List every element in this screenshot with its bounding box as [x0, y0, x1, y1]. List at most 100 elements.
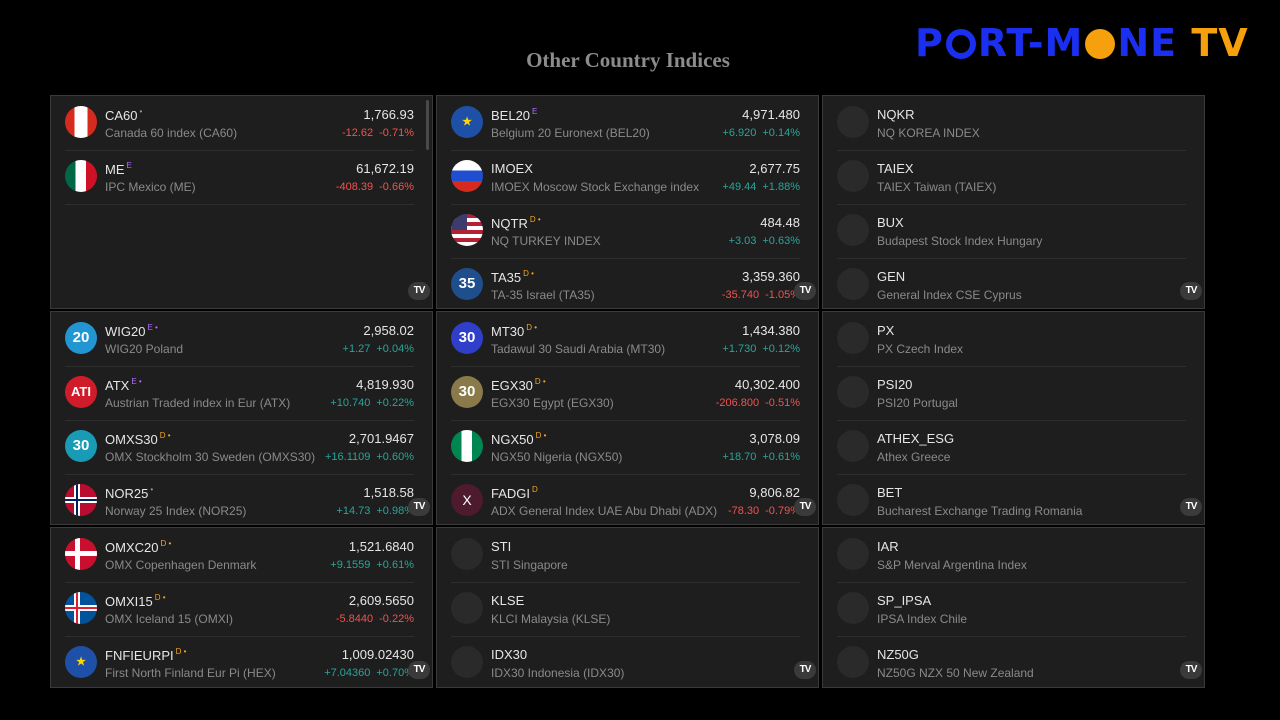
ticker-symbol[interactable]: OMXI15 D • — [105, 593, 166, 609]
ticker-symbol[interactable]: ATHEX_ESG — [877, 431, 954, 446]
ticker-row-mt30[interactable]: 30 MT30 D • Tadawul 30 Saudi Arabia (MT30) 1… — [451, 312, 800, 367]
tradingview-logo-icon[interactable]: TV — [794, 498, 816, 516]
ticker-row-sp_ipsa[interactable]: SP_IPSA IPSA Index Chile — [837, 582, 1186, 637]
ticker-row-psi20[interactable]: PSI20 PSI20 Portugal — [837, 366, 1186, 421]
ticker-row-bel20[interactable]: ★ BEL20 E Belgium 20 Euronext (BEL20) 4,971.… — [451, 96, 800, 151]
ticker-row-me[interactable]: ME E IPC Mexico (ME) 61,672.19 -408.39 -0.66% — [65, 150, 414, 205]
ticker-panel[interactable]: 20 WIG20 E • WIG20 Poland 2,958.02 +1.27 +0.04… — [50, 311, 433, 525]
ticker-row-sti[interactable]: STI STI Singapore — [451, 528, 800, 583]
ticker-row-imoex[interactable]: IMOEX IMOEX Moscow Stock Exchange index 2,… — [451, 150, 800, 205]
data-delay-tag: E — [532, 107, 538, 116]
ticker-symbol[interactable]: IMOEX — [491, 161, 533, 176]
ticker-row-athex_esg[interactable]: ATHEX_ESG Athex Greece — [837, 420, 1186, 475]
placeholder-logo-icon — [837, 592, 869, 624]
ticker-symbol[interactable]: NZ50G — [877, 647, 919, 662]
ticker-symbol[interactable]: ATX E • — [105, 377, 142, 393]
ticker-symbol[interactable]: WIG20 E • — [105, 323, 158, 339]
ticker-panel[interactable]: ★ BEL20 E Belgium 20 Euronext (BEL20) 4,971.… — [436, 95, 819, 309]
ticker-symbol[interactable]: PX — [877, 323, 894, 338]
placeholder-logo-icon — [837, 646, 869, 678]
ticker-row-omxc20[interactable]: OMXC20 D • OMX Copenhagen Denmark 1,521.684… — [65, 528, 414, 583]
ticker-symbol[interactable]: KLSE — [491, 593, 524, 608]
num-indigo-icon: 30 — [451, 322, 483, 354]
ticker-description: Athex Greece — [877, 450, 951, 464]
ticker-row-fnfieurpi[interactable]: ★ FNFIEURPI D • First North Finland Eur Pi … — [65, 636, 414, 687]
num-maroon-icon: X — [451, 484, 483, 516]
ticker-row-nz50g[interactable]: NZ50G NZ50G NZX 50 New Zealand — [837, 636, 1186, 687]
ticker-row-nqtr[interactable]: NQTR D • NQ TURKEY INDEX 484.48 +3.03 +0.63% — [451, 204, 800, 259]
flag-us-icon — [451, 214, 483, 246]
ticker-symbol[interactable]: BUX — [877, 215, 904, 230]
ticker-row-klse[interactable]: KLSE KLCI Malaysia (KLSE) — [451, 582, 800, 637]
ticker-panel[interactable]: PX PX Czech Index PSI20 PSI20 Portugal ATHEX… — [822, 311, 1205, 525]
ticker-row-px[interactable]: PX PX Czech Index — [837, 312, 1186, 367]
ticker-row-ta35[interactable]: 35 TA35 D • TA-35 Israel (TA35) 3,359.360 -35… — [451, 258, 800, 308]
ticker-symbol[interactable]: NOR25 • — [105, 485, 153, 501]
tradingview-logo-icon[interactable]: TV — [408, 498, 430, 516]
ticker-row-fadgi[interactable]: X FADGI D ADX General Index UAE Abu Dhabi (… — [451, 474, 800, 524]
ticker-row-gen[interactable]: GEN General Index CSE Cyprus — [837, 258, 1186, 308]
ticker-row-wig20[interactable]: 20 WIG20 E • WIG20 Poland 2,958.02 +1.27 +0.04… — [65, 312, 414, 367]
ticker-row-ngx50[interactable]: NGX50 D • NGX50 Nigeria (NGX50) 3,078.09 +18… — [451, 420, 800, 475]
tradingview-logo-icon[interactable]: TV — [794, 661, 816, 679]
ticker-symbol[interactable]: FADGI D — [491, 485, 538, 501]
ticker-symbol[interactable]: SP_IPSA — [877, 593, 931, 608]
ticker-description: WIG20 Poland — [105, 342, 184, 356]
ticker-panel[interactable]: STI STI Singapore KLSE KLCI Malaysia (KLSE)… — [436, 527, 819, 688]
ticker-symbol[interactable]: NQTR D • — [491, 215, 541, 231]
tradingview-logo-icon[interactable]: TV — [408, 661, 430, 679]
ticker-symbol[interactable]: OMXS30 D • — [105, 431, 171, 447]
tradingview-logo-icon[interactable]: TV — [408, 282, 430, 300]
ticker-symbol[interactable]: GEN — [877, 269, 905, 284]
ticker-panel[interactable]: CA60 • Canada 60 index (CA60) 1,766.93 -12.6… — [50, 95, 433, 309]
ticker-price: 2,609.5650 — [348, 593, 414, 608]
ticker-symbol[interactable]: CA60 • — [105, 107, 142, 123]
flag-is-icon — [65, 592, 97, 624]
ticker-symbol[interactable]: TAIEX — [877, 161, 914, 176]
ticker-symbol[interactable]: MT30 D • — [491, 323, 537, 339]
ticker-row-omxs30[interactable]: 30 OMXS30 D • OMX Stockholm 30 Sweden (OMXS… — [65, 420, 414, 475]
ticker-symbol[interactable]: IDX30 — [491, 647, 527, 662]
ticker-panel[interactable]: IAR S&P Merval Argentina Index SP_IPSA IPSA… — [822, 527, 1205, 688]
ticker-panel[interactable]: 30 MT30 D • Tadawul 30 Saudi Arabia (MT30) 1… — [436, 311, 819, 525]
ticker-description: S&P Merval Argentina Index — [877, 558, 1027, 572]
ticker-row-idx30[interactable]: IDX30 IDX30 Indonesia (IDX30) — [451, 636, 800, 687]
tradingview-logo-icon[interactable]: TV — [1180, 498, 1202, 516]
ticker-change: +10.740 +0.22% — [330, 397, 414, 409]
scrollbar[interactable] — [426, 100, 429, 150]
ticker-symbol[interactable]: FNFIEURPI D • — [105, 647, 186, 663]
tradingview-logo-icon[interactable]: TV — [1180, 661, 1202, 679]
ticker-symbol[interactable]: IAR — [877, 539, 899, 554]
change-abs: +6.920 — [722, 127, 757, 139]
ticker-panel[interactable]: NQKR NQ KOREA INDEX TAIEX TAIEX Taiwan (TAI… — [822, 95, 1205, 309]
ticker-row-iar[interactable]: IAR S&P Merval Argentina Index — [837, 528, 1186, 583]
ticker-row-bux[interactable]: BUX Budapest Stock Index Hungary — [837, 204, 1186, 259]
ticker-row-taiex[interactable]: TAIEX TAIEX Taiwan (TAIEX) — [837, 150, 1186, 205]
ticker-symbol[interactable]: EGX30 D • — [491, 377, 546, 393]
ticker-row-atx[interactable]: ATI ATX E • Austrian Traded index in Eur (A… — [65, 366, 414, 421]
ticker-symbol[interactable]: PSI20 — [877, 377, 912, 392]
ticker-row-omxi15[interactable]: OMXI15 D • OMX Iceland 15 (OMXI) 2,609.5650… — [65, 582, 414, 637]
tradingview-logo-icon[interactable]: TV — [1180, 282, 1202, 300]
ticker-description: NZ50G NZX 50 New Zealand — [877, 666, 1034, 680]
ticker-symbol[interactable]: NQKR — [877, 107, 915, 122]
change-abs: +7.04360 — [324, 667, 371, 679]
ticker-symbol[interactable]: TA35 D • — [491, 269, 534, 285]
ticker-symbol[interactable]: NGX50 D • — [491, 431, 546, 447]
ticker-panel[interactable]: OMXC20 D • OMX Copenhagen Denmark 1,521.684… — [50, 527, 433, 688]
ticker-change: +1.730 +0.12% — [722, 343, 800, 355]
ticker-symbol[interactable]: BET — [877, 485, 902, 500]
ticker-row-bet[interactable]: BET Bucharest Exchange Trading Romania — [837, 474, 1186, 524]
ticker-symbol[interactable]: STI — [491, 539, 511, 554]
ticker-price: 484.48 — [760, 215, 800, 230]
tradingview-logo-icon[interactable]: TV — [794, 282, 816, 300]
ticker-row-nqkr[interactable]: NQKR NQ KOREA INDEX — [837, 96, 1186, 151]
ticker-symbol[interactable]: ME E — [105, 161, 132, 177]
ticker-row-ca60[interactable]: CA60 • Canada 60 index (CA60) 1,766.93 -12.6… — [65, 96, 414, 151]
ticker-row-nor25[interactable]: NOR25 • Norway 25 Index (NOR25) 1,518.58 +14… — [65, 474, 414, 524]
ticker-symbol[interactable]: BEL20 E — [491, 107, 537, 123]
ticker-row-egx30[interactable]: 30 EGX30 D • EGX30 Egypt (EGX30) 40,302.400 -… — [451, 366, 800, 421]
ticker-symbol[interactable]: OMXC20 D • — [105, 539, 171, 555]
ticker-price: 40,302.400 — [734, 377, 800, 392]
num-olive-icon: 30 — [451, 376, 483, 408]
